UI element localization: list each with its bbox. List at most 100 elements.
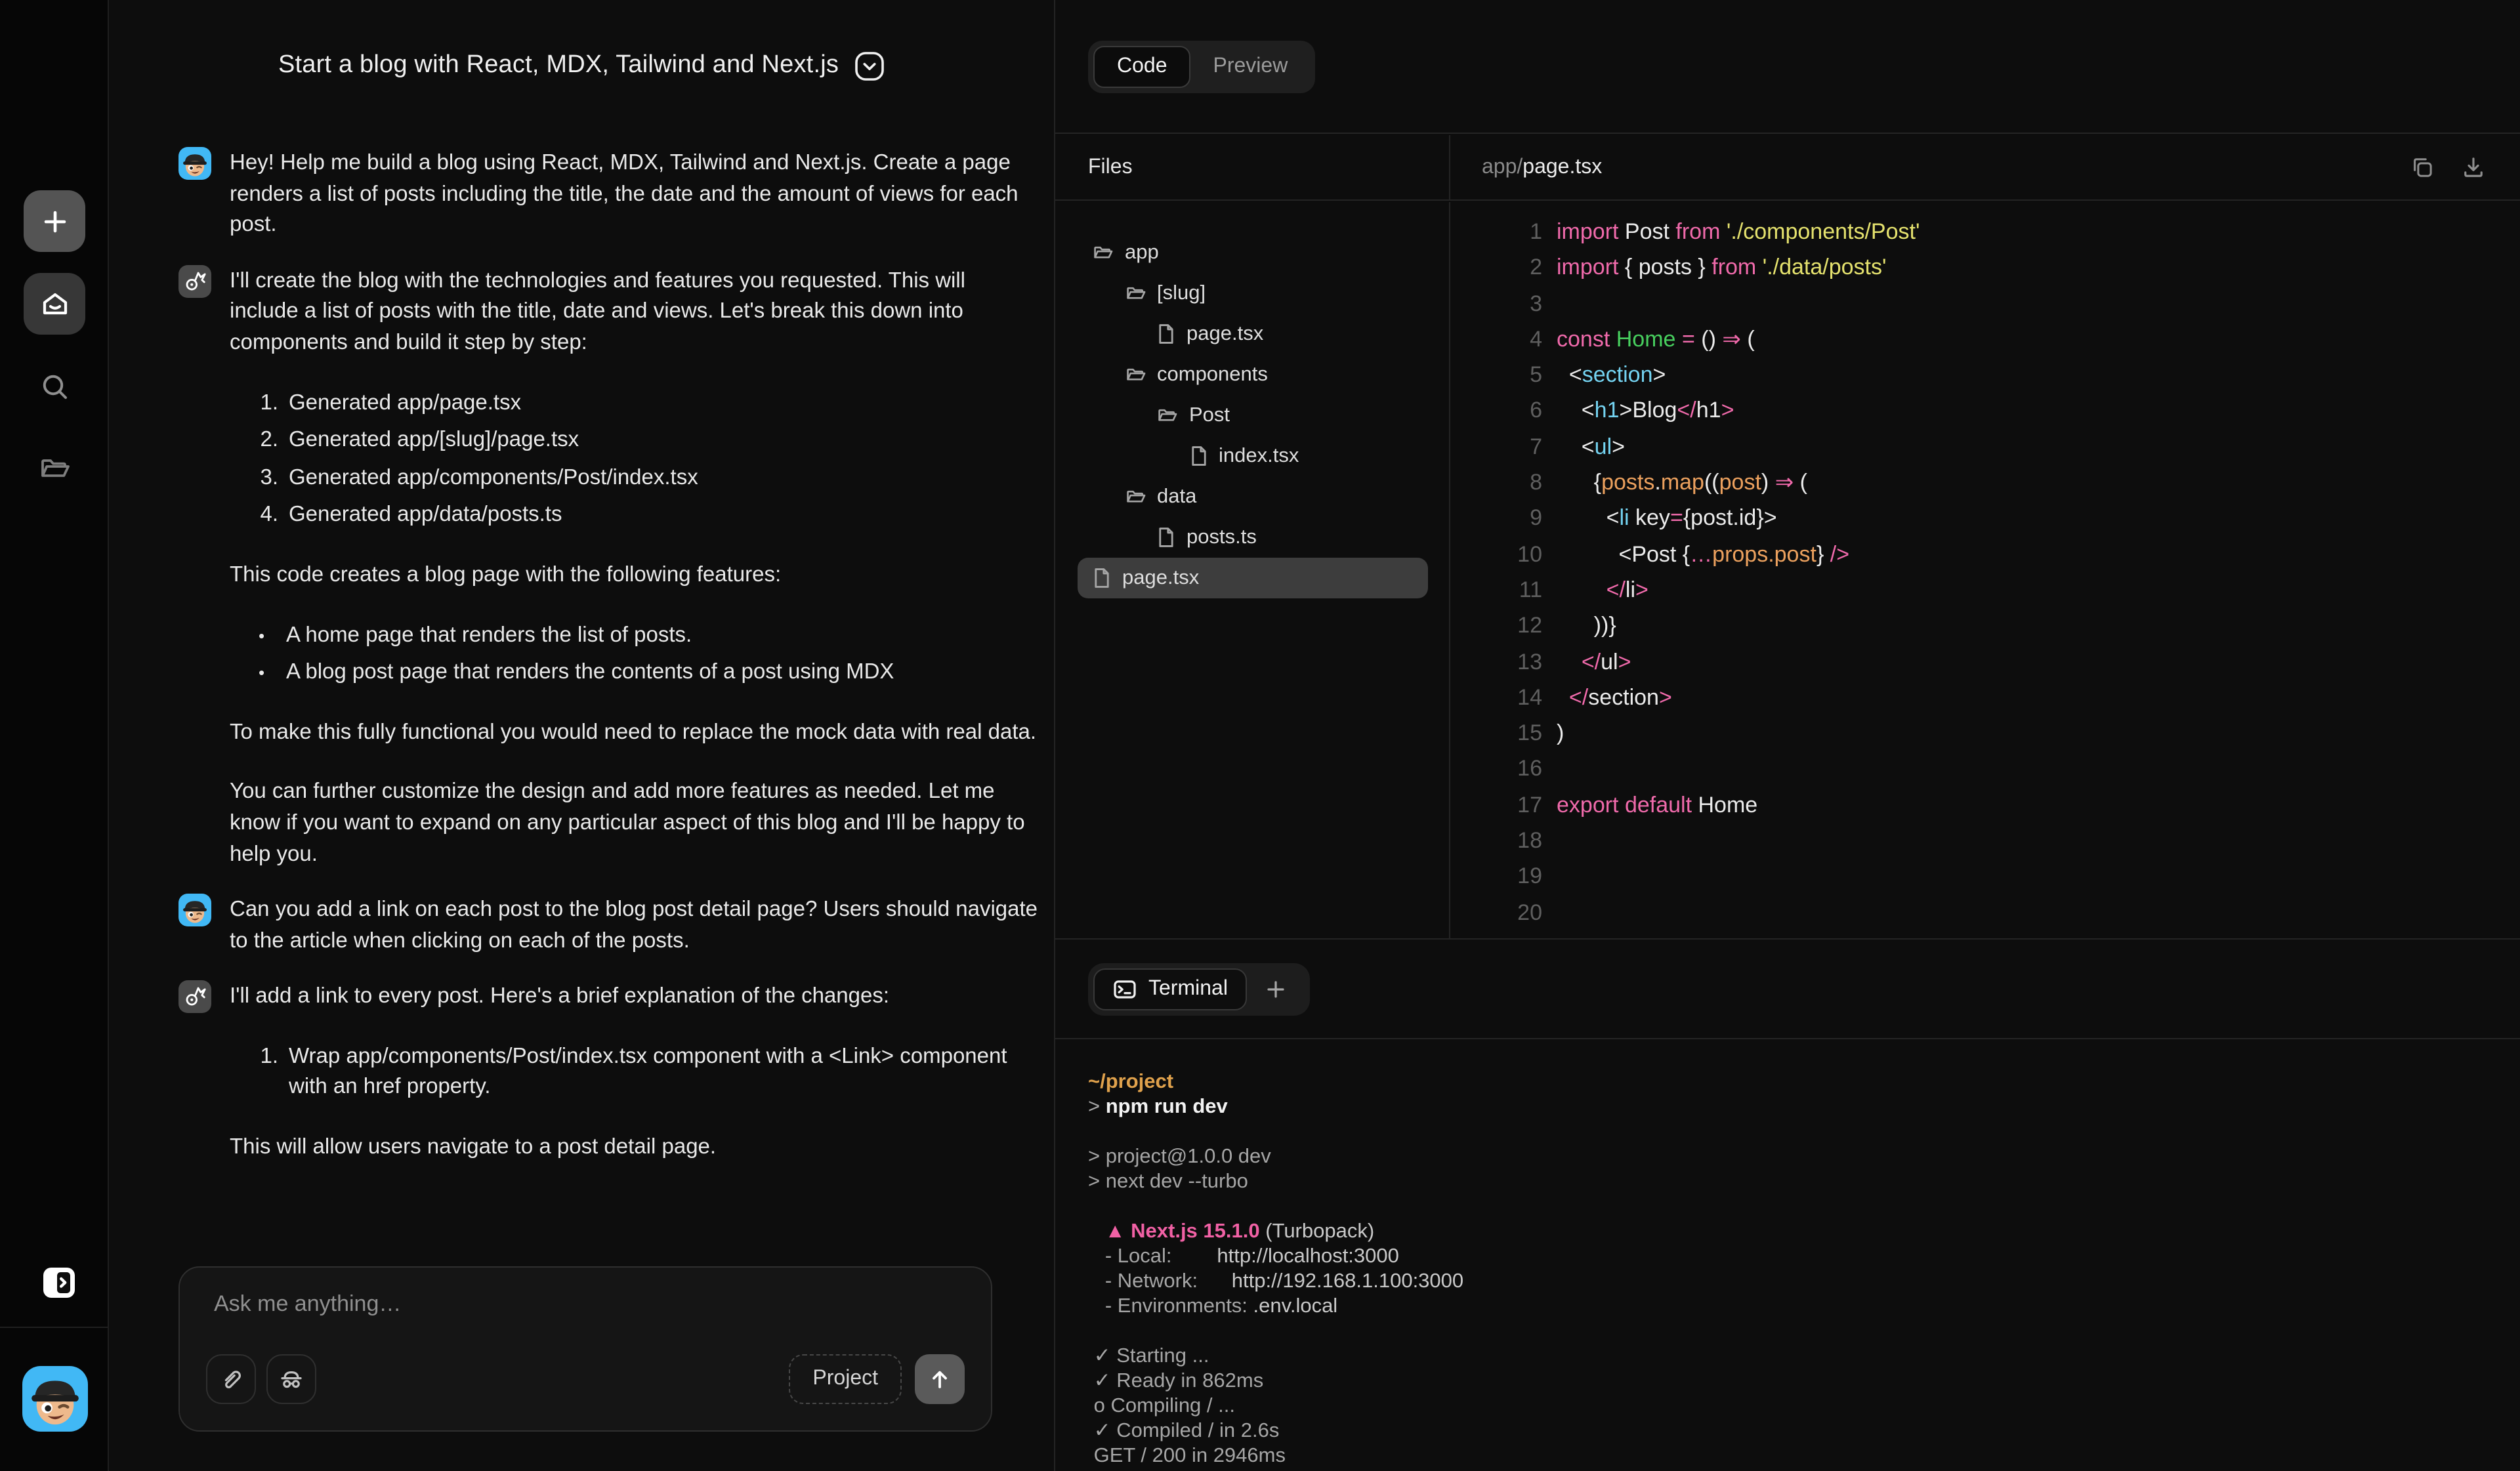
message-paragraph: This code creates a blog page with the f… (230, 560, 1038, 591)
numbered-list: 1.Generated app/page.tsx2.Generated app/… (230, 388, 1038, 531)
tab-code[interactable]: Code (1093, 45, 1191, 87)
user-avatar[interactable] (22, 1366, 88, 1432)
projects-button[interactable] (37, 450, 72, 486)
breadcrumb-file: page.tsx (1522, 155, 1602, 179)
plus-icon (37, 204, 72, 238)
list-bullet: • (259, 657, 269, 688)
file-tree-item-components[interactable]: components (1078, 354, 1428, 395)
code-text: ))} (1557, 608, 1616, 644)
list-item-text: Generated app/[slug]/page.tsx (289, 425, 579, 456)
code-text: </section> (1557, 680, 1672, 716)
message-paragraph: This will allow users navigate to a post… (230, 1132, 1038, 1163)
file-name: page.tsx (1186, 322, 1263, 346)
terminal-icon (1113, 977, 1137, 1001)
bullet-list: •A home page that renders the list of po… (230, 620, 1038, 688)
line-number: 16 (1450, 751, 1542, 787)
file-name: Post (1189, 404, 1230, 427)
terminal-tab-group: Terminal (1088, 963, 1311, 1015)
tab-preview[interactable]: Preview (1191, 45, 1311, 87)
file-name: index.tsx (1219, 444, 1299, 468)
incognito-button[interactable] (266, 1354, 316, 1404)
terminal-line: ✓ Ready in 862ms (1088, 1369, 2520, 1394)
new-chat-button[interactable] (24, 190, 85, 252)
message-content: I'll create the blog with the technologi… (230, 265, 1038, 871)
line-number: 13 (1450, 644, 1542, 680)
code-text: import Post from './components/Post' (1557, 214, 1920, 250)
prompt-box: Project (178, 1266, 992, 1432)
code-text: const Home = () ⇒ ( (1557, 321, 1755, 358)
line-number: 1 (1450, 214, 1542, 250)
terminal-line (1088, 1319, 2520, 1344)
code-text: <li key={post.id}> (1557, 501, 1777, 537)
file-tree-item-index.tsx[interactable]: index.tsx (1078, 436, 1428, 476)
code-line: 19 (1450, 859, 2520, 895)
page-title: Start a blog with React, MDX, Tailwind a… (278, 51, 839, 80)
line-number: 2 (1450, 250, 1542, 286)
incognito-icon (277, 1365, 306, 1394)
code-preview-toggle: Code Preview (1088, 40, 1315, 93)
user-avatar (178, 147, 211, 180)
file-name: components (1157, 363, 1268, 386)
tab-terminal[interactable]: Terminal (1093, 968, 1248, 1010)
search-button[interactable] (37, 369, 72, 404)
file-name: data (1157, 485, 1196, 508)
list-number: 1. (245, 388, 278, 419)
line-number: 9 (1450, 501, 1542, 537)
file-tree-item-posts.ts[interactable]: posts.ts (1078, 517, 1428, 558)
file-name: page.tsx (1122, 566, 1199, 590)
file-name: posts.ts (1186, 526, 1257, 549)
attach-button[interactable] (206, 1354, 256, 1404)
code-line: 18 (1450, 823, 2520, 859)
new-terminal-button[interactable] (1248, 977, 1305, 1001)
message-paragraph: Hey! Help me build a blog using React, M… (230, 148, 1038, 241)
chat-title-dropdown[interactable] (854, 51, 885, 81)
message-paragraph: I'll create the blog with the technologi… (230, 266, 1038, 360)
list-bullet: • (259, 620, 269, 651)
workbench-header: Code Preview (1055, 0, 2520, 134)
chat-input[interactable] (211, 1289, 959, 1352)
code-editor: 1 import Post from './components/Post'2im… (1449, 202, 2520, 938)
file-icon (1156, 526, 1176, 549)
code-line: 10 <Post {…props.post} /> (1450, 536, 2520, 572)
code-line: 20 (1450, 894, 2520, 930)
code-line: 2import { posts } from './data/posts' (1450, 250, 2520, 286)
code-text: {posts.map((post) ⇒ ( (1557, 465, 1807, 501)
send-button[interactable] (915, 1354, 965, 1404)
file-tree-item-data[interactable]: data (1078, 476, 1428, 517)
code-text: </li> (1557, 572, 1648, 608)
search-icon (37, 369, 72, 404)
code-line: 12 ))} (1450, 608, 2520, 644)
files-header: Files (1055, 135, 1449, 201)
line-number: 10 (1450, 536, 1542, 572)
terminal-line: - Network: http://192.168.1.100:3000 (1088, 1269, 2520, 1294)
list-item-text: Generated app/components/Post/index.tsx (289, 463, 698, 494)
home-button[interactable] (24, 273, 85, 335)
file-tree-item-page.tsx[interactable]: page.tsx (1078, 314, 1428, 354)
line-number: 8 (1450, 465, 1542, 501)
terminal-line: - Environments: .env.local (1088, 1294, 2520, 1319)
message-content: I'll add a link to every post. Here's a … (230, 981, 1038, 1164)
file-tree-item-slug[interactable]: [slug] (1078, 273, 1428, 314)
code-line: 1 import Post from './components/Post' (1450, 214, 2520, 250)
file-tree-item-app[interactable]: app (1078, 232, 1428, 273)
toggle-panel-button[interactable] (42, 1265, 76, 1300)
download-code-button[interactable] (2460, 154, 2487, 181)
terminal-line: ~/project (1088, 1069, 2520, 1094)
file-tree-item-Post[interactable]: Post (1078, 395, 1428, 436)
line-number: 3 (1450, 285, 1542, 321)
chat-message-user: Can you add a link on each post to the b… (178, 894, 1038, 957)
code-text: <h1>Blog</h1> (1557, 393, 1734, 429)
project-button[interactable]: Project (789, 1354, 902, 1404)
download-icon (2460, 154, 2487, 181)
file-icon (1156, 323, 1176, 345)
file-tree-item-page.tsx[interactable]: page.tsx (1078, 558, 1428, 598)
left-rail (0, 0, 109, 1471)
message-paragraph: Can you add a link on each post to the b… (230, 895, 1038, 957)
files-label: Files (1088, 155, 1133, 179)
folder-icon (1124, 363, 1146, 386)
list-item: 1.Wrap app/components/Post/index.tsx com… (230, 1042, 1038, 1104)
chat-message-assistant: I'll create the blog with the technologi… (178, 265, 1038, 871)
copy-icon (2408, 154, 2436, 181)
terminal-output: ~/project> npm run dev > project@1.0.0 d… (1055, 1041, 2520, 1471)
copy-code-button[interactable] (2408, 154, 2436, 181)
